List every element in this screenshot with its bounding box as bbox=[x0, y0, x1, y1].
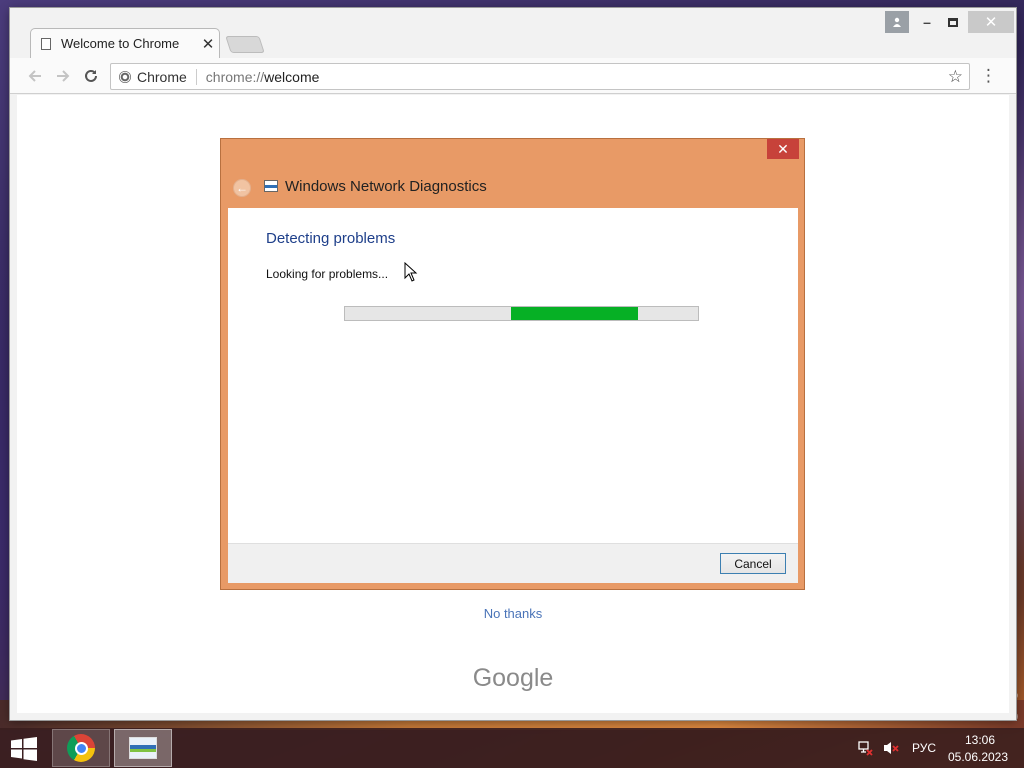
dialog-close-button[interactable]: ✕ bbox=[767, 139, 799, 159]
clock-time[interactable]: 13:06 bbox=[958, 733, 1002, 747]
taskbar-network-diagnostics-button[interactable] bbox=[114, 729, 172, 767]
maximize-button[interactable] bbox=[940, 11, 966, 33]
chrome-logo-icon bbox=[67, 734, 95, 762]
google-logo: Google bbox=[472, 664, 554, 692]
reload-button[interactable] bbox=[80, 65, 102, 87]
network-diagnostics-dialog: ✕ ← Windows Network Diagnostics Detectin… bbox=[220, 138, 805, 590]
omnibox-divider bbox=[195, 68, 197, 85]
progress-bar-fill bbox=[510, 307, 638, 320]
close-button[interactable]: ✕ bbox=[968, 11, 1014, 33]
dialog-back-button[interactable]: ← bbox=[233, 179, 251, 197]
tab-welcome[interactable]: Welcome to Chrome ✕ bbox=[30, 28, 220, 58]
dialog-title: Windows Network Diagnostics bbox=[285, 178, 487, 195]
url-host: welcome bbox=[264, 68, 320, 85]
security-chip-label: Chrome bbox=[137, 68, 187, 85]
dialog-status-text: Looking for problems... bbox=[266, 267, 389, 281]
bookmark-star-icon[interactable]: ☆ bbox=[948, 67, 963, 87]
tab-close-icon[interactable]: ✕ bbox=[197, 35, 219, 53]
chrome-titlebar[interactable]: Welcome to Chrome ✕ – ✕ bbox=[10, 8, 1016, 58]
arrow-right-icon bbox=[57, 70, 70, 82]
dialog-body: Detecting problems Looking for problems.… bbox=[228, 208, 798, 543]
forward-button[interactable] bbox=[52, 65, 74, 87]
menu-kebab-icon[interactable]: ⋮ bbox=[980, 66, 997, 86]
page-icon bbox=[41, 37, 51, 50]
input-language-indicator[interactable]: РУС bbox=[912, 741, 936, 755]
address-bar[interactable]: Chrome chrome:// welcome ☆ bbox=[110, 63, 970, 90]
volume-muted-icon[interactable] bbox=[882, 739, 900, 757]
clock-date[interactable]: 05.06.2023 bbox=[946, 750, 1010, 764]
profile-button[interactable] bbox=[885, 11, 909, 33]
taskbar: РУС 13:06 05.06.2023 bbox=[0, 728, 1024, 768]
back-button[interactable] bbox=[24, 65, 46, 87]
maximize-icon bbox=[948, 17, 958, 27]
dialog-footer: Cancel bbox=[228, 543, 798, 583]
person-icon bbox=[893, 17, 901, 27]
network-tray-icon[interactable] bbox=[857, 740, 873, 756]
progress-bar bbox=[344, 306, 699, 321]
minimize-button[interactable]: – bbox=[914, 11, 940, 33]
dialog-heading: Detecting problems bbox=[266, 230, 396, 247]
chrome-page-icon bbox=[119, 70, 131, 83]
windows-start-icon[interactable] bbox=[10, 737, 38, 761]
chrome-toolbar: Chrome chrome:// welcome ☆ ⋮ bbox=[10, 58, 1016, 94]
network-diagnostics-taskbar-icon bbox=[129, 737, 157, 759]
cancel-button[interactable]: Cancel bbox=[720, 553, 786, 574]
no-thanks-link[interactable]: No thanks bbox=[17, 606, 1009, 621]
taskbar-chrome-button[interactable] bbox=[52, 729, 110, 767]
url-scheme: chrome:// bbox=[205, 68, 265, 85]
tab-title: Welcome to Chrome bbox=[61, 36, 180, 51]
network-diagnostics-icon bbox=[264, 180, 278, 192]
new-tab-button[interactable] bbox=[225, 36, 265, 53]
mouse-pointer-icon bbox=[404, 262, 418, 282]
reload-icon bbox=[85, 69, 97, 82]
arrow-left-icon bbox=[28, 70, 41, 82]
